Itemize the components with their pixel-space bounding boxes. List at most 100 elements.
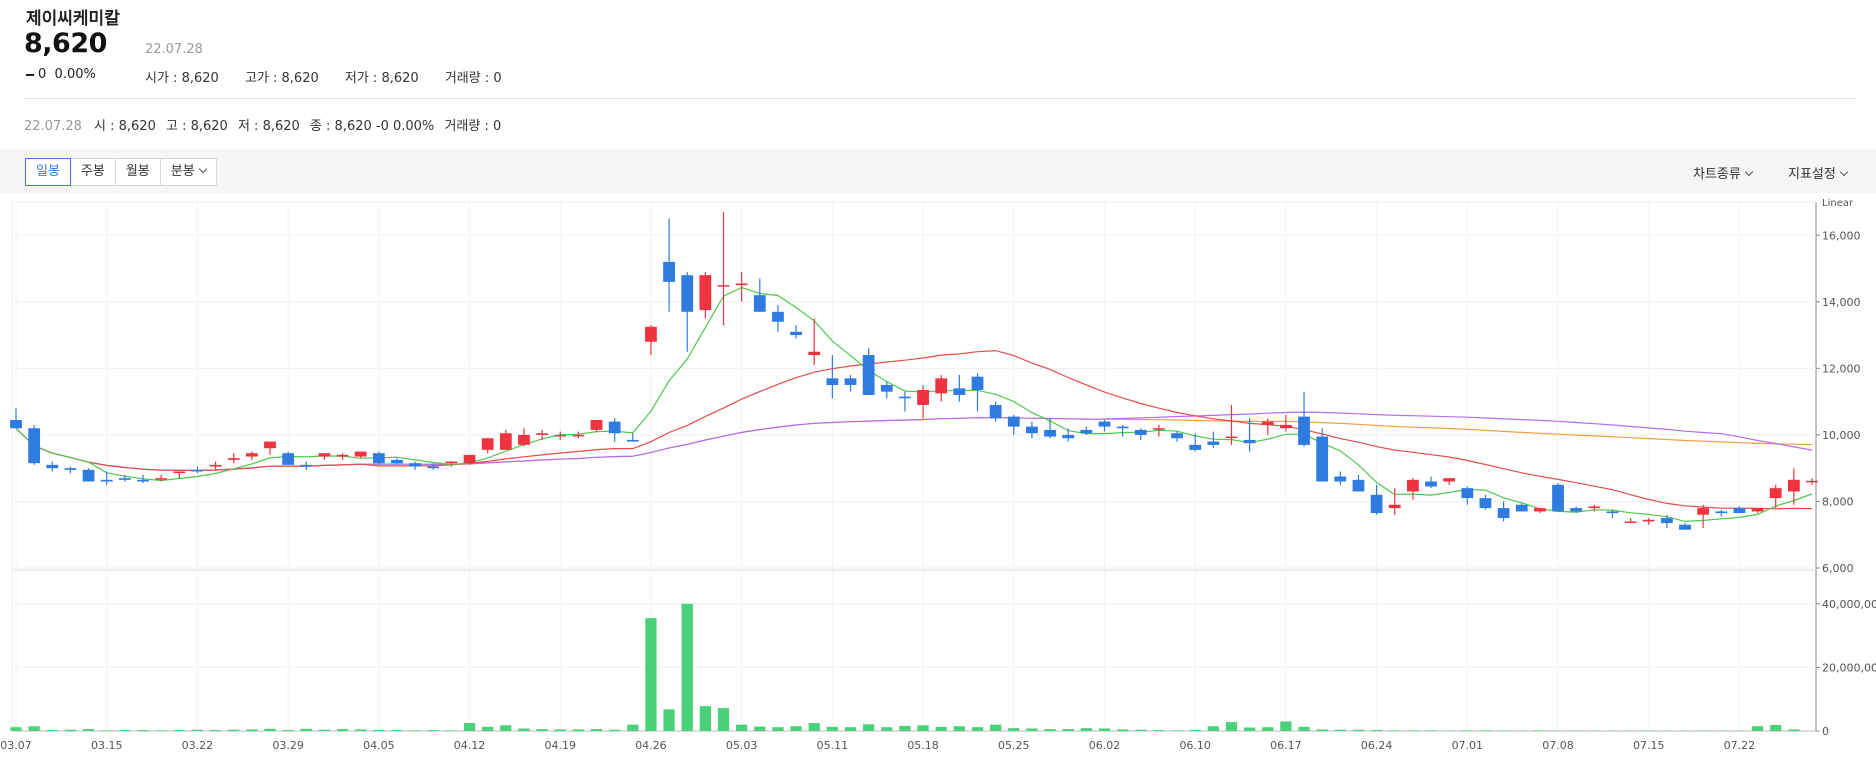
candle-body (753, 295, 766, 312)
candle-body (844, 378, 857, 385)
candle-body (46, 464, 59, 469)
volume-bar (1280, 721, 1292, 731)
candle-body (808, 351, 821, 356)
candle-body (1370, 494, 1383, 514)
volume-bar (754, 726, 766, 731)
volume-bar (1479, 730, 1492, 731)
candle-body (1679, 524, 1691, 530)
candle-body (28, 428, 41, 464)
x-tick-label: 04.26 (635, 739, 667, 752)
volume-bar (1425, 730, 1437, 731)
volume-bar (300, 728, 312, 731)
candle-body (971, 376, 984, 390)
tab-daily[interactable]: 일봉 (25, 158, 71, 186)
volume-bar (264, 728, 276, 731)
candle-body (118, 478, 131, 480)
x-tick-label: 06.17 (1270, 739, 1302, 752)
candle-body (681, 275, 694, 312)
volume-bar (645, 618, 657, 731)
price-tick-label: 12,000 (1822, 362, 1861, 375)
volume-bar (826, 726, 838, 731)
candle-body (1588, 506, 1601, 509)
x-tick-label: 07.08 (1542, 739, 1574, 752)
x-tick-label: 05.11 (817, 739, 849, 752)
volume-bar (1062, 729, 1074, 731)
price-tick-label: 6,000 (1822, 562, 1854, 575)
candle-body (1080, 429, 1093, 434)
candle-body (64, 468, 77, 470)
price-volume-chart[interactable]: 6,000 8,000 10,000 12,000 14,000 16,000 Linear… (0, 0, 1876, 758)
volume-bar (1316, 729, 1328, 731)
candle-body (227, 458, 240, 460)
x-tick-label: 03.07 (0, 739, 32, 752)
candle-body (862, 355, 875, 395)
volume-bar (46, 730, 58, 731)
candle-body (1697, 508, 1710, 515)
candle-body (209, 464, 222, 467)
volume-bar (1389, 730, 1401, 731)
x-tick-label: 04.12 (454, 739, 486, 752)
volume-bar (318, 729, 331, 731)
volume-bar (1751, 726, 1764, 731)
volume-bar (663, 709, 675, 731)
candle-body (282, 453, 295, 465)
x-tick-label: 06.24 (1361, 739, 1393, 752)
x-tick-label: 04.19 (544, 739, 576, 752)
volume-bar (1098, 728, 1111, 731)
volume-bar (355, 729, 367, 731)
candle-body (336, 454, 349, 457)
candle-body (1660, 518, 1673, 524)
volume-bar (917, 725, 929, 731)
x-tick-label: 06.10 (1179, 739, 1211, 752)
candle-body (518, 434, 530, 445)
scale-label: Linear (1822, 198, 1854, 209)
candle-body (191, 469, 204, 472)
candle-body (1552, 484, 1564, 512)
volume-bar (627, 724, 639, 731)
volume-bar (209, 730, 222, 731)
candle-body (173, 471, 186, 474)
candle-body (1116, 426, 1129, 429)
candle-body (735, 283, 748, 286)
candle-body (1062, 434, 1075, 439)
volume-bar (572, 729, 585, 731)
volume-bar (500, 725, 512, 731)
volume-bar (935, 726, 947, 731)
volume-bar (590, 729, 603, 731)
volume-bar (64, 729, 77, 731)
candle-body (1787, 479, 1800, 492)
volume-bar (28, 726, 40, 731)
candle-body (82, 469, 95, 482)
candle-body (1806, 480, 1818, 483)
candle-body (1443, 478, 1456, 482)
volume-bar (1262, 727, 1274, 731)
volume-bar (427, 730, 439, 731)
candle-body (1207, 441, 1220, 445)
volume-bar (844, 727, 857, 731)
candle-body (935, 378, 948, 394)
candle-body (300, 464, 313, 467)
candle-body (372, 453, 385, 464)
volume-bar (336, 729, 349, 731)
volume-bar (971, 727, 984, 731)
candle-body (1388, 504, 1401, 509)
volume-bar (518, 728, 530, 731)
volume-bar (1243, 727, 1256, 731)
volume-tick-label: 40,000,000 (1822, 598, 1876, 611)
volume-bar (482, 726, 494, 731)
volume-bar (881, 727, 893, 731)
x-tick-label: 05.25 (998, 739, 1030, 752)
volume-bar (1352, 729, 1365, 731)
volume-bar (717, 708, 730, 731)
volume-bar (101, 730, 113, 731)
candle-body (1171, 433, 1183, 439)
candle-body (409, 463, 422, 467)
price-tick-label: 14,000 (1822, 296, 1861, 309)
candle-body (772, 311, 784, 322)
candle-body (554, 434, 567, 437)
candle-body (663, 261, 675, 282)
candle-body (645, 326, 657, 342)
volume-bar (990, 724, 1002, 731)
volume-bar (953, 726, 965, 731)
candle-body (318, 453, 331, 457)
